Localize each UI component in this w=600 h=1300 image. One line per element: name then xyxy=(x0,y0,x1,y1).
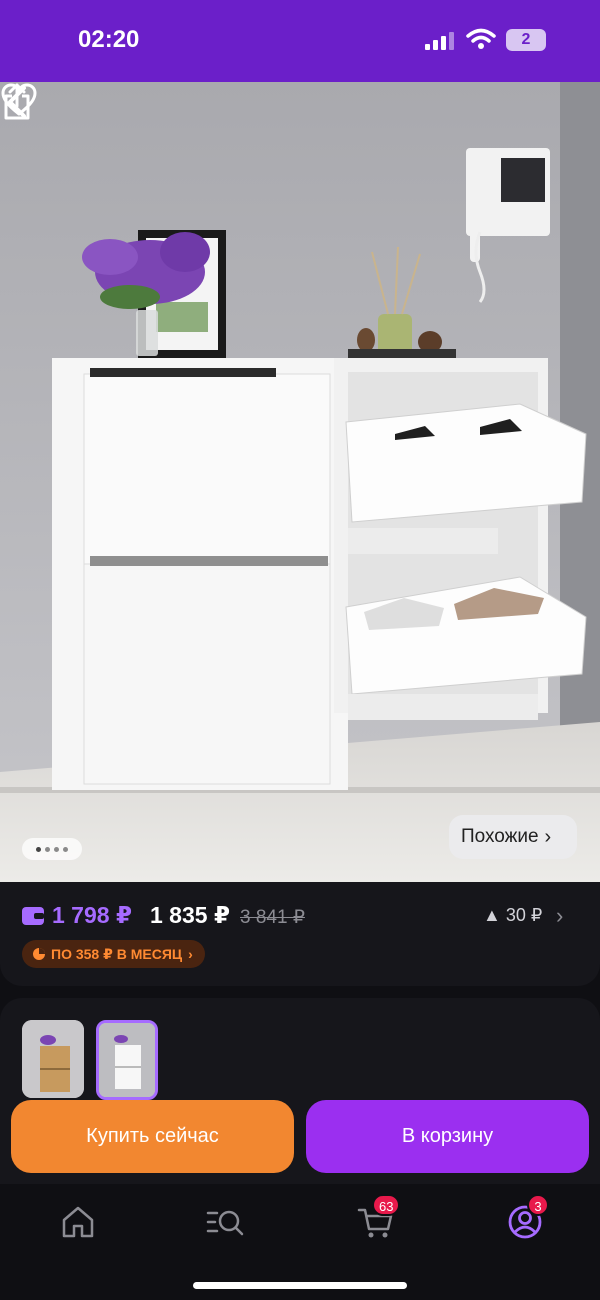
price-panel: 1 798 ₽ 1 835 ₽ 3 841 ₽ ▲ 30 ₽ › ПО 358 … xyxy=(0,882,600,986)
wallet-icon xyxy=(22,907,44,925)
signal-icon xyxy=(425,32,454,50)
home-icon[interactable] xyxy=(58,1202,98,1242)
chevron-right-icon: › xyxy=(544,825,552,848)
current-price: 1 835 ₽ xyxy=(150,902,230,928)
image-pagination xyxy=(22,838,82,860)
similar-label: Похожие xyxy=(461,826,539,847)
wallet-price: 1 798 ₽ xyxy=(52,902,132,928)
pagination-dot xyxy=(45,846,50,852)
installment-badge[interactable]: ПО 358 ₽ В МЕСЯЦ › xyxy=(22,940,205,968)
pagination-dot xyxy=(63,846,68,852)
buy-now-button[interactable]: Купить сейчас xyxy=(11,1100,294,1173)
add-to-cart-button[interactable]: В корзину xyxy=(306,1100,589,1173)
cart-count-badge: 63 xyxy=(372,1194,401,1216)
product-image-gallery[interactable]: Похожие › xyxy=(0,82,600,882)
variant-thumbnail-selected[interactable] xyxy=(96,1020,158,1100)
variant-wood-image xyxy=(22,1020,84,1098)
status-bar: 02:20 2 xyxy=(0,0,600,82)
old-price: 3 841 ₽ xyxy=(240,907,305,928)
pagination-dot xyxy=(54,846,59,852)
variant-white-image xyxy=(99,1023,155,1097)
chevron-right-icon[interactable]: › xyxy=(556,903,563,929)
pie-chart-icon xyxy=(33,948,45,960)
price-change[interactable]: ▲ 30 ₽ xyxy=(483,905,542,926)
catalog-search-icon[interactable] xyxy=(205,1202,245,1242)
share-icon[interactable] xyxy=(0,82,34,122)
wifi-icon xyxy=(466,28,496,49)
pagination-dot xyxy=(36,846,41,852)
installment-label: ПО 358 ₽ В МЕСЯЦ xyxy=(51,945,183,962)
home-indicator[interactable] xyxy=(193,1282,407,1289)
profile-notification-badge: 3 xyxy=(527,1194,549,1216)
variant-thumbnail[interactable] xyxy=(22,1020,84,1098)
similar-products-button[interactable]: Похожие › xyxy=(449,815,577,859)
product-photo xyxy=(0,82,600,882)
status-time: 02:20 xyxy=(78,26,140,53)
chevron-right-icon: › xyxy=(188,946,193,962)
battery-indicator: 2 xyxy=(506,29,546,51)
